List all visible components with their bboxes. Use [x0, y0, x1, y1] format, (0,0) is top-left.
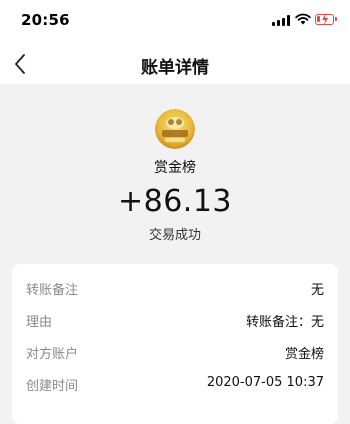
detail-value: 赏金榜	[284, 347, 324, 362]
merchant-logo-icon	[155, 109, 195, 149]
status-time: 20:56	[21, 11, 70, 29]
detail-value: 2020-07-05 10:37	[206, 375, 324, 390]
nav-bar: 账单详情	[0, 44, 350, 84]
status-bar: 20:56	[0, 0, 350, 44]
detail-row-reason: 理由 转账备注：无	[12, 303, 338, 335]
detail-row-transfer-note: 转账备注 无	[12, 271, 338, 303]
transaction-amount: +86.13	[117, 184, 233, 219]
detail-row-created-time: 创建时间 2020-07-05 10:37	[12, 367, 338, 399]
detail-row-counterparty: 对方账户 赏金榜	[12, 335, 338, 367]
signal-icon	[272, 15, 290, 26]
detail-value: 无	[310, 283, 324, 298]
bill-detail-main: 赏金榜 +86.13 交易成功 转账备注 无 理由 转账备注：无 对方账户 赏金…	[0, 84, 350, 424]
detail-card: 转账备注 无 理由 转账备注：无 对方账户 赏金榜 创建时间 2020-07-0…	[12, 264, 338, 424]
merchant-avatar	[155, 109, 195, 149]
detail-value: 转账备注：无	[245, 315, 324, 330]
battery-icon	[315, 13, 337, 25]
page-title: 账单详情	[141, 58, 209, 78]
detail-label: 对方账户	[26, 347, 79, 362]
detail-label: 理由	[26, 315, 53, 330]
merchant-name: 赏金榜	[154, 160, 196, 176]
detail-label: 创建时间	[26, 379, 79, 394]
detail-label: 转账备注	[26, 283, 79, 298]
transaction-status: 交易成功	[148, 228, 201, 243]
wifi-icon	[295, 13, 311, 25]
